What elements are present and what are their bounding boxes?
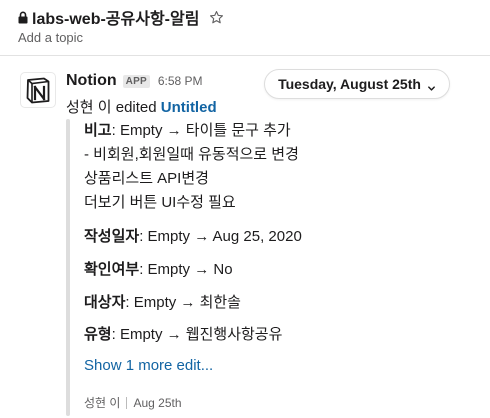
channel-name[interactable]: labs-web-공유사항-알림 [32, 5, 199, 29]
add-topic-link[interactable]: Add a topic [18, 30, 83, 45]
field-value: 더보기 버튼 UI수정 필요 [84, 194, 236, 211]
message-timestamp[interactable]: 6:58 PM [158, 74, 203, 88]
lock-icon [18, 11, 28, 24]
date-divider-button[interactable]: Tuesday, August 25th [264, 69, 450, 99]
footer-date: Aug 25th [133, 395, 182, 410]
footer-author: 성현 이 [84, 396, 121, 410]
page-title-link[interactable]: Untitled [161, 99, 217, 116]
field-value: : Empty → No [139, 261, 233, 278]
show-more-link[interactable]: Show 1 more edit... [84, 357, 213, 374]
date-divider-label: Tuesday, August 25th [278, 76, 421, 92]
field-value: - 비회원,회원일때 유동적으로 변경 [84, 146, 299, 163]
field-value: : Empty → 타이틀 문구 추가 [111, 122, 291, 139]
field-label: 작성일자 [84, 228, 140, 245]
message-header: Notion APP 6:58 PM [66, 71, 203, 91]
field-label: 대상자 [84, 294, 126, 311]
chevron-down-icon [427, 80, 436, 91]
field-date: 작성일자: Empty → Aug 25, 2020 [84, 225, 302, 249]
sender-name[interactable]: Notion [66, 72, 117, 90]
field-note: 비고: Empty → 타이틀 문구 추가 [84, 119, 291, 143]
footer-divider [126, 396, 128, 409]
field-note-line: 상품리스트 API변경 [84, 167, 209, 191]
star-icon[interactable] [209, 10, 224, 25]
edited-line: 성현 이 edited Untitled [66, 96, 217, 117]
edit-attachment: 비고: Empty → 타이틀 문구 추가 - 비회원,회원일때 유동적으로 변… [66, 119, 456, 417]
notion-avatar[interactable] [20, 72, 56, 108]
edited-prefix: 성현 이 edited [66, 99, 161, 116]
field-value: : Empty → 최한솔 [125, 294, 241, 311]
field-confirm: 확인여부: Empty → No [84, 258, 233, 282]
attachment-footer: 성현 이 Aug 25th [84, 394, 182, 411]
channel-header: labs-web-공유사항-알림 Add a topic [0, 0, 490, 56]
field-note-line: - 비회원,회원일때 유동적으로 변경 [84, 143, 299, 167]
field-value: : Empty → Aug 25, 2020 [139, 228, 302, 245]
app-badge: APP [122, 74, 150, 88]
channel-title-row[interactable]: labs-web-공유사항-알림 [18, 5, 224, 29]
field-value: 상품리스트 API변경 [84, 170, 209, 187]
field-label: 유형 [84, 326, 112, 343]
field-assignee: 대상자: Empty → 최한솔 [84, 291, 241, 315]
field-note-line: 더보기 버튼 UI수정 필요 [84, 191, 236, 215]
field-label: 비고 [84, 122, 112, 139]
notion-logo-icon [26, 77, 50, 104]
attachment-bar [66, 119, 70, 416]
field-value: : Empty → 웹진행사항공유 [111, 326, 283, 343]
field-label: 확인여부 [84, 261, 140, 278]
field-type: 유형: Empty → 웹진행사항공유 [84, 323, 282, 347]
